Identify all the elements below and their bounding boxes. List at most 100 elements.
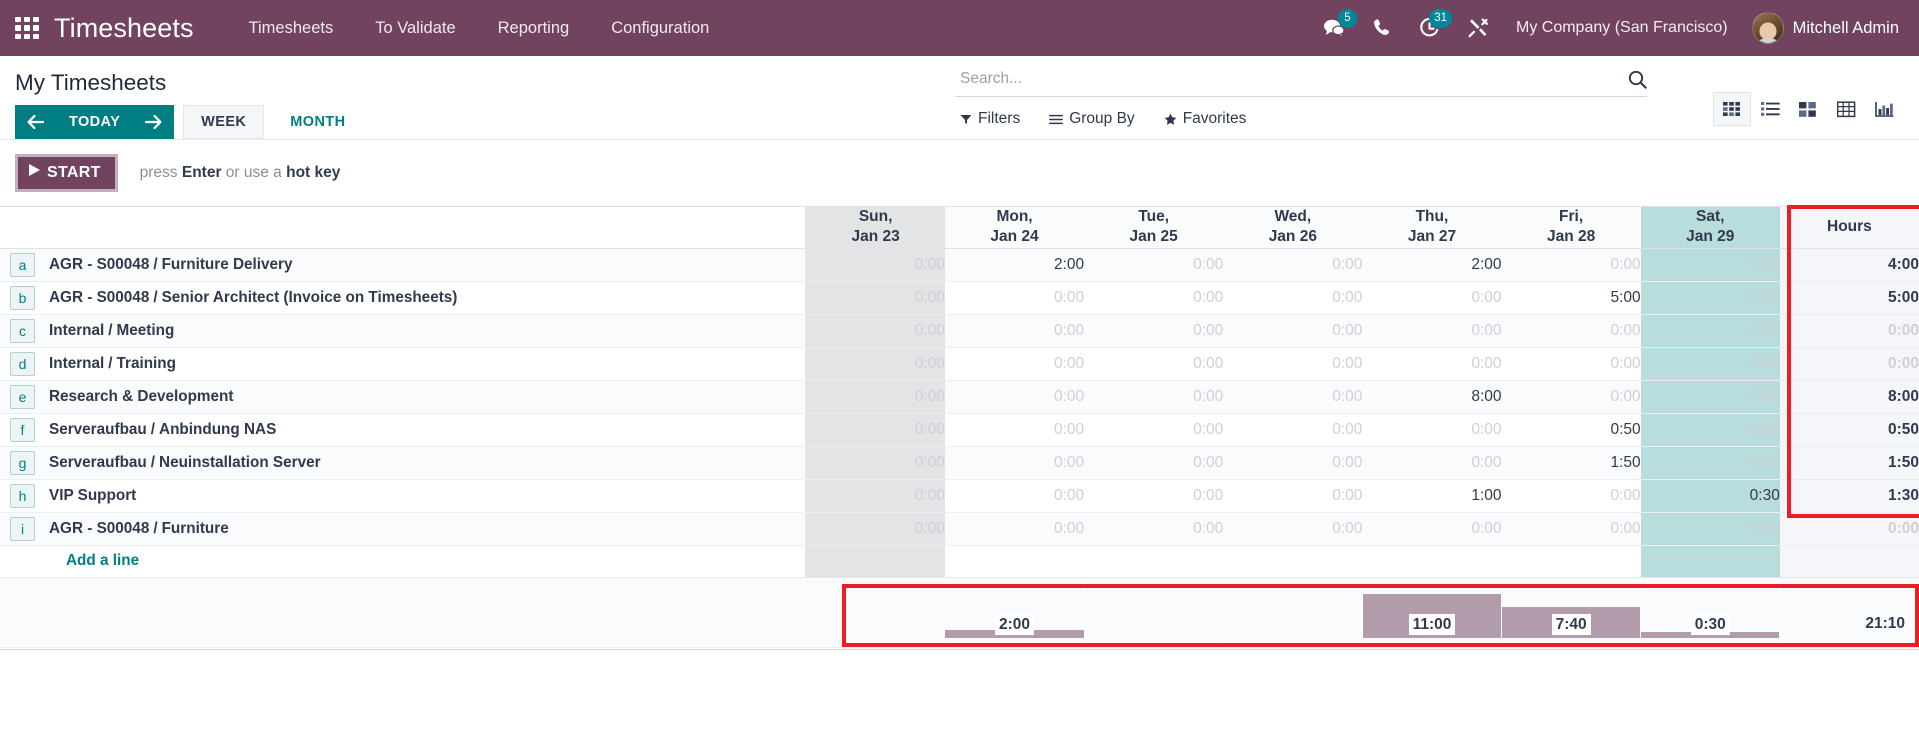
grid-cell[interactable]: 0:00 (1640, 248, 1780, 282)
grid-cell[interactable]: 1:00 (1362, 479, 1502, 513)
grid-cell[interactable]: 0:00 (1223, 446, 1363, 480)
row-label-cell[interactable]: g Serveraufbau / Neuinstallation Server (0, 446, 807, 480)
app-brand-title[interactable]: Timesheets (54, 13, 194, 44)
table-row[interactable]: i AGR - S00048/Furniture 0:00 0:00 0:00 0:00 0… (0, 512, 1919, 546)
table-row[interactable]: c Internal / Meeting 0:00 0:00 0:00 0:00 0:00 0:0… (0, 314, 1919, 348)
filters-dropdown[interactable]: Filters (960, 110, 1020, 128)
search-input[interactable] (955, 68, 1618, 91)
grid-cell[interactable]: 0:00 (1501, 314, 1641, 348)
magnifier-icon[interactable] (1618, 70, 1647, 89)
grid-cell[interactable]: 0:00 (805, 347, 945, 381)
grid-cell[interactable]: 0:00 (1223, 413, 1363, 447)
groupby-dropdown[interactable]: Group By (1049, 110, 1135, 128)
table-row[interactable]: e Research & Development 0:00 0:00 0:00 0:00 8… (0, 380, 1919, 414)
grid-cell[interactable]: 0:00 (1223, 248, 1363, 282)
apps-grid-icon[interactable] (10, 11, 44, 45)
grid-cell[interactable]: 5:00 (1501, 281, 1641, 315)
grid-cell[interactable]: 0:00 (1084, 281, 1224, 315)
day-header-mon[interactable]: Mon, Jan 24 (944, 206, 1085, 249)
grid-cell[interactable]: 0:00 (1640, 281, 1780, 315)
grid-cell[interactable]: 0:00 (1501, 512, 1641, 546)
grid-cell[interactable]: 0:00 (1223, 512, 1363, 546)
menu-item-timesheets[interactable]: Timesheets (228, 11, 355, 46)
menu-item-reporting[interactable]: Reporting (477, 11, 591, 46)
day-header-fri[interactable]: Fri, Jan 28 (1501, 206, 1641, 249)
grid-cell[interactable]: 0:00 (944, 347, 1085, 381)
grid-cell[interactable]: 0:00 (1084, 413, 1224, 447)
developer-tools-button[interactable] (1454, 8, 1502, 48)
previous-period-button[interactable] (15, 105, 56, 139)
grid-cell[interactable]: 0:00 (1640, 413, 1780, 447)
grid-cell[interactable]: 0:00 (1223, 479, 1363, 513)
day-header-sun[interactable]: Sun, Jan 23 (805, 206, 945, 249)
user-menu[interactable]: Mitchell Admin (1742, 8, 1905, 48)
grid-cell[interactable]: 2:00 (944, 248, 1085, 282)
grid-cell[interactable]: 0:00 (805, 479, 945, 513)
grid-cell[interactable]: 0:00 (1501, 479, 1641, 513)
grid-cell[interactable]: 0:00 (944, 380, 1085, 414)
grid-cell[interactable]: 0:00 (1084, 314, 1224, 348)
grid-cell[interactable]: 0:00 (1084, 380, 1224, 414)
grid-cell[interactable]: 0:00 (1084, 347, 1224, 381)
grid-cell[interactable]: 0:00 (805, 413, 945, 447)
grid-cell[interactable]: 0:00 (805, 281, 945, 315)
today-button[interactable]: TODAY (56, 105, 134, 139)
grid-cell[interactable]: 0:00 (805, 248, 945, 282)
grid-cell[interactable]: 0:00 (1084, 248, 1224, 282)
grid-cell[interactable]: 0:00 (1501, 380, 1641, 414)
row-label-cell[interactable]: d Internal / Training (0, 347, 807, 381)
view-pivot-button[interactable] (1827, 92, 1865, 126)
grid-cell[interactable]: 0:00 (944, 413, 1085, 447)
day-header-wed[interactable]: Wed, Jan 26 (1223, 206, 1363, 249)
grid-cell[interactable]: 0:00 (1223, 314, 1363, 348)
grid-cell[interactable]: 0:00 (944, 281, 1085, 315)
row-label-cell[interactable]: b AGR - S00048/Senior Architect (Invoice … (0, 281, 807, 315)
day-header-tue[interactable]: Tue, Jan 25 (1084, 206, 1224, 249)
company-switcher[interactable]: My Company (San Francisco) (1502, 11, 1742, 45)
favorites-dropdown[interactable]: Favorites (1164, 110, 1246, 128)
view-kanban-button[interactable] (1789, 92, 1827, 126)
scale-week-button[interactable]: WEEK (183, 105, 265, 139)
grid-cell[interactable]: 0:00 (1362, 413, 1502, 447)
row-label-cell[interactable]: h VIP Support (0, 479, 807, 513)
grid-cell[interactable]: 0:00 (1501, 248, 1641, 282)
grid-cell[interactable]: 0:00 (1640, 512, 1780, 546)
grid-cell[interactable]: 0:00 (805, 380, 945, 414)
activities-button[interactable]: 31 (1405, 8, 1454, 48)
table-row[interactable]: f Serveraufbau / Anbindung NAS 0:00 0:00 0:00 0… (0, 413, 1919, 447)
grid-cell[interactable]: 0:00 (1223, 380, 1363, 414)
day-header-thu[interactable]: Thu, Jan 27 (1362, 206, 1502, 249)
grid-cell[interactable]: 0:00 (1362, 347, 1502, 381)
view-list-button[interactable] (1751, 92, 1789, 126)
grid-cell[interactable]: 0:00 (944, 314, 1085, 348)
day-header-sat[interactable]: Sat, Jan 29 (1640, 206, 1780, 249)
grid-cell[interactable]: 0:00 (1640, 446, 1780, 480)
start-timer-button[interactable]: START (15, 154, 118, 192)
table-row[interactable]: h VIP Support 0:00 0:00 0:00 0:00 1:00 0:00 0:30… (0, 479, 1919, 513)
grid-cell[interactable]: 8:00 (1362, 380, 1502, 414)
grid-cell[interactable]: 0:00 (1362, 446, 1502, 480)
messages-button[interactable]: 5 (1309, 8, 1359, 48)
grid-cell[interactable]: 0:00 (805, 446, 945, 480)
grid-cell[interactable]: 0:00 (1223, 347, 1363, 381)
grid-cell[interactable]: 2:00 (1362, 248, 1502, 282)
grid-cell[interactable]: 0:00 (1362, 314, 1502, 348)
grid-cell[interactable]: 0:00 (1640, 314, 1780, 348)
menu-item-configuration[interactable]: Configuration (590, 11, 730, 46)
row-label-cell[interactable]: i AGR - S00048/Furniture (0, 512, 807, 546)
search-bar[interactable] (955, 68, 1647, 97)
table-row[interactable]: d Internal / Training 0:00 0:00 0:00 0:00 0:00 0:… (0, 347, 1919, 381)
grid-cell[interactable]: 0:00 (1223, 281, 1363, 315)
grid-cell[interactable]: 1:50 (1501, 446, 1641, 480)
grid-cell[interactable]: 0:50 (1501, 413, 1641, 447)
menu-item-to-validate[interactable]: To Validate (354, 11, 476, 46)
next-period-button[interactable] (133, 105, 175, 139)
grid-cell[interactable]: 0:00 (1084, 446, 1224, 480)
row-label-cell[interactable]: e Research & Development (0, 380, 807, 414)
row-label-cell[interactable]: a AGR - S00048/Furniture Delivery (0, 248, 807, 282)
grid-cell[interactable]: 0:00 (805, 314, 945, 348)
table-row[interactable]: g Serveraufbau / Neuinstallation Server 0:00… (0, 446, 1919, 480)
grid-cell[interactable]: 0:00 (805, 512, 945, 546)
grid-cell[interactable]: 0:00 (1640, 380, 1780, 414)
grid-cell[interactable]: 0:00 (944, 446, 1085, 480)
